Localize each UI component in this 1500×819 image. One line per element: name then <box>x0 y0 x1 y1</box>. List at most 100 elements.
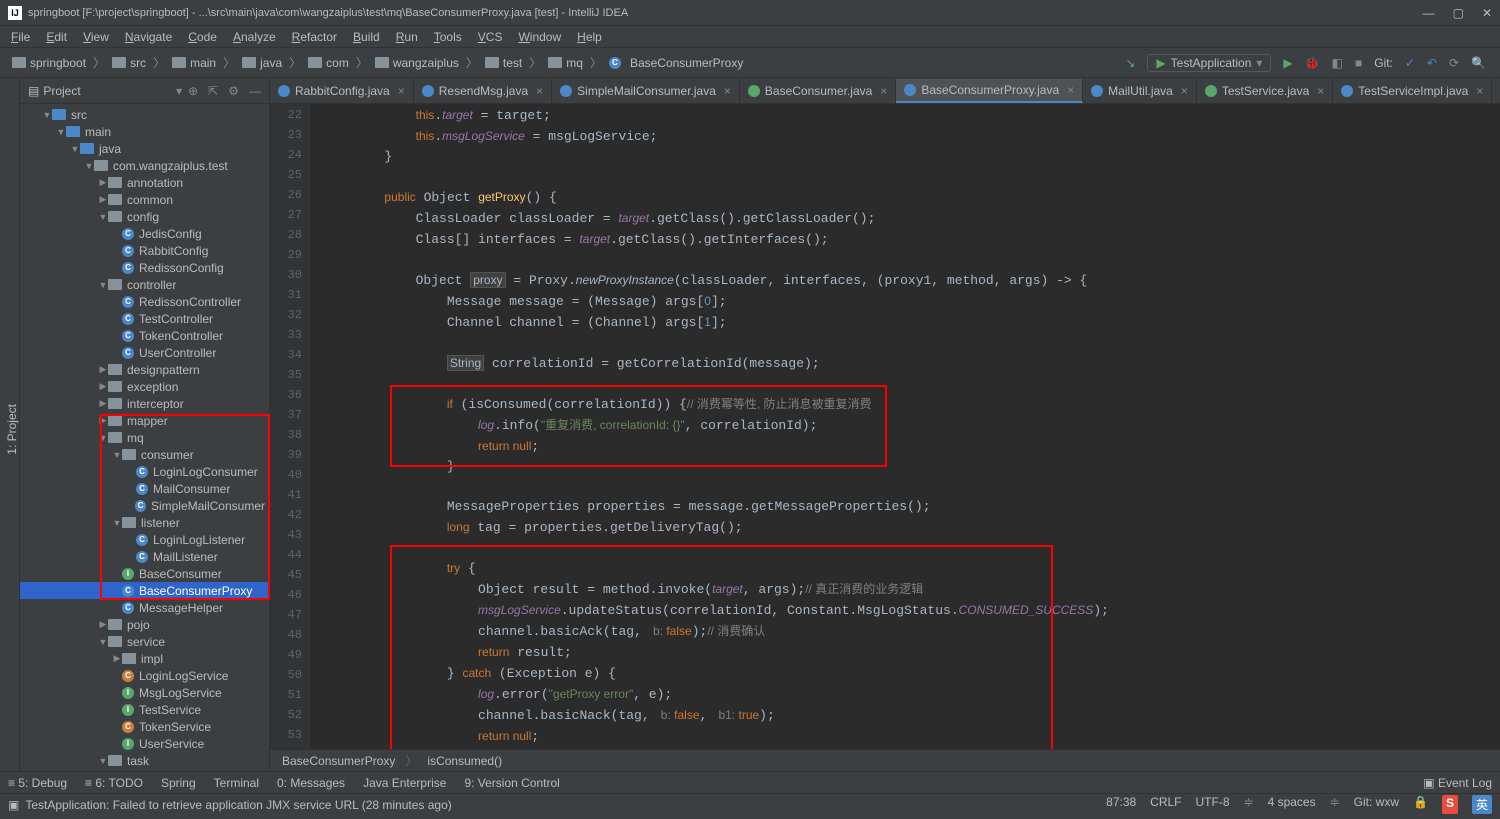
tab-BaseConsumerProxy-java[interactable]: BaseConsumerProxy.java× <box>896 79 1083 103</box>
ime-lang-icon[interactable]: 英 <box>1472 795 1492 814</box>
tree-item-com-wangzaiplus-test[interactable]: ▼com.wangzaiplus.test <box>20 157 269 174</box>
tree-item-task[interactable]: ▼task <box>20 752 269 769</box>
menu-analyze[interactable]: Analyze <box>226 28 283 46</box>
breadcrumb-test[interactable]: test <box>479 54 528 72</box>
minimize-button[interactable]: — <box>1423 6 1435 20</box>
run-icon[interactable]: ▶ <box>1283 56 1292 70</box>
tree-item-TestService[interactable]: ITestService <box>20 701 269 718</box>
tool-Messages[interactable]: 0: Messages <box>277 776 345 790</box>
tool-JavaEnterprise[interactable]: Java Enterprise <box>363 776 446 790</box>
ime-icon[interactable]: S <box>1442 795 1458 814</box>
menu-window[interactable]: Window <box>511 28 568 46</box>
breadcrumb-method[interactable]: isConsumed() <box>427 754 502 768</box>
run-config-selector[interactable]: ▶ TestApplication ▾ <box>1147 54 1271 72</box>
vcs-commit-icon[interactable]: ↶ <box>1427 56 1437 70</box>
tree-item-MsgLogService[interactable]: IMsgLogService <box>20 684 269 701</box>
tree-item-UserService[interactable]: IUserService <box>20 735 269 752</box>
project-icon: ▤ <box>28 84 39 98</box>
tree-item-main[interactable]: ▼main <box>20 123 269 140</box>
breadcrumb-springboot[interactable]: springboot <box>6 54 92 72</box>
event-log-tab[interactable]: ▣ Event Log <box>1423 776 1492 790</box>
caret-position[interactable]: 87:38 <box>1106 795 1136 814</box>
breadcrumb-mq[interactable]: mq <box>542 54 589 72</box>
project-tool-tab[interactable]: 1: Project <box>5 404 19 455</box>
breadcrumb-class[interactable]: BaseConsumerProxy <box>282 754 395 768</box>
close-button[interactable]: ✕ <box>1482 6 1492 20</box>
tree-item-JedisConfig[interactable]: CJedisConfig <box>20 225 269 242</box>
run-config-label: TestApplication <box>1171 56 1252 70</box>
tab-BaseConsumer-java[interactable]: BaseConsumer.java× <box>740 79 896 103</box>
breadcrumb-src[interactable]: src <box>106 54 152 72</box>
tool-Debug[interactable]: ≡ 5: Debug <box>8 776 67 790</box>
encoding[interactable]: UTF-8 <box>1196 795 1230 814</box>
lock-icon[interactable]: 🔒 <box>1413 795 1428 814</box>
indent[interactable]: 4 spaces <box>1268 795 1316 814</box>
menu-edit[interactable]: Edit <box>39 28 74 46</box>
menu-run[interactable]: Run <box>389 28 425 46</box>
status-icon: ▣ <box>8 798 19 812</box>
tree-item-pojo[interactable]: ▶pojo <box>20 616 269 633</box>
maximize-button[interactable]: ▢ <box>1453 6 1464 20</box>
tool-Terminal[interactable]: Terminal <box>214 776 259 790</box>
menu-refactor[interactable]: Refactor <box>285 28 344 46</box>
nav-toolbar: springboot〉src〉main〉java〉com〉wangzaiplus… <box>0 48 1500 78</box>
git-branch[interactable]: Git: wxw <box>1354 795 1399 814</box>
breadcrumb-com[interactable]: com <box>302 54 355 72</box>
tree-item-config[interactable]: ▼config <box>20 208 269 225</box>
tree-item-exception[interactable]: ▶exception <box>20 378 269 395</box>
tree-item-designpattern[interactable]: ▶designpattern <box>20 361 269 378</box>
tool-Spring[interactable]: Spring <box>161 776 196 790</box>
build-icon[interactable]: ↘ <box>1125 56 1135 70</box>
search-icon[interactable]: 🔍 <box>1471 56 1486 70</box>
tab-SimpleMailConsumer-java[interactable]: SimpleMailConsumer.java× <box>552 79 740 103</box>
hide-icon[interactable]: — <box>249 84 261 98</box>
tree-item-RabbitConfig[interactable]: CRabbitConfig <box>20 242 269 259</box>
stop-icon[interactable]: ■ <box>1355 56 1362 70</box>
tree-item-TokenController[interactable]: CTokenController <box>20 327 269 344</box>
tree-item-RedissonConfig[interactable]: CRedissonConfig <box>20 259 269 276</box>
tree-item-MessageHelper[interactable]: CMessageHelper <box>20 599 269 616</box>
tree-item-ResendMsg[interactable]: CResendMsg <box>20 769 269 771</box>
breadcrumb-java[interactable]: java <box>236 54 288 72</box>
tree-item-java[interactable]: ▼java <box>20 140 269 157</box>
gear-icon[interactable]: ⚙ <box>228 84 239 98</box>
tree-item-service[interactable]: ▼service <box>20 633 269 650</box>
tab-TestServiceImpl-java[interactable]: TestServiceImpl.java× <box>1333 79 1492 103</box>
menu-tools[interactable]: Tools <box>427 28 469 46</box>
tab-application-properties[interactable]: application.properties× <box>1492 79 1500 103</box>
debug-icon[interactable]: 🐞 <box>1305 56 1320 70</box>
tab-RabbitConfig-java[interactable]: RabbitConfig.java× <box>270 79 414 103</box>
tree-item-controller[interactable]: ▼controller <box>20 276 269 293</box>
tree-item-annotation[interactable]: ▶annotation <box>20 174 269 191</box>
tree-item-UserController[interactable]: CUserController <box>20 344 269 361</box>
tool-VersionControl[interactable]: 9: Version Control <box>464 776 559 790</box>
breadcrumb-wangzaiplus[interactable]: wangzaiplus <box>369 54 465 72</box>
tree-item-LoginLogService[interactable]: CLoginLogService <box>20 667 269 684</box>
tree-item-src[interactable]: ▼src <box>20 106 269 123</box>
tree-item-RedissonController[interactable]: CRedissonController <box>20 293 269 310</box>
menu-file[interactable]: File <box>4 28 37 46</box>
line-separator[interactable]: CRLF <box>1150 795 1181 814</box>
tree-item-interceptor[interactable]: ▶interceptor <box>20 395 269 412</box>
breadcrumb-BaseConsumerProxy[interactable]: CBaseConsumerProxy <box>603 54 749 72</box>
tab-MailUtil-java[interactable]: MailUtil.java× <box>1083 79 1197 103</box>
scroll-from-source-icon[interactable]: ⊕ <box>188 84 198 98</box>
vcs-update-icon[interactable]: ✓ <box>1405 56 1415 70</box>
coverage-icon[interactable]: ◧ <box>1332 56 1343 70</box>
tab-ResendMsg-java[interactable]: ResendMsg.java× <box>414 79 552 103</box>
tree-item-TokenService[interactable]: CTokenService <box>20 718 269 735</box>
menu-build[interactable]: Build <box>346 28 387 46</box>
vcs-push-icon[interactable]: ⟳ <box>1449 56 1459 70</box>
tab-TestService-java[interactable]: TestService.java× <box>1197 79 1333 103</box>
tree-item-common[interactable]: ▶common <box>20 191 269 208</box>
menu-vcs[interactable]: VCS <box>471 28 510 46</box>
menu-help[interactable]: Help <box>570 28 609 46</box>
breadcrumb-main[interactable]: main <box>166 54 222 72</box>
tree-item-TestController[interactable]: CTestController <box>20 310 269 327</box>
tree-item-impl[interactable]: ▶impl <box>20 650 269 667</box>
menu-view[interactable]: View <box>76 28 116 46</box>
collapse-icon[interactable]: ⇱ <box>208 84 218 98</box>
menu-code[interactable]: Code <box>181 28 224 46</box>
tool-TODO[interactable]: ≡ 6: TODO <box>85 776 143 790</box>
menu-navigate[interactable]: Navigate <box>118 28 179 46</box>
